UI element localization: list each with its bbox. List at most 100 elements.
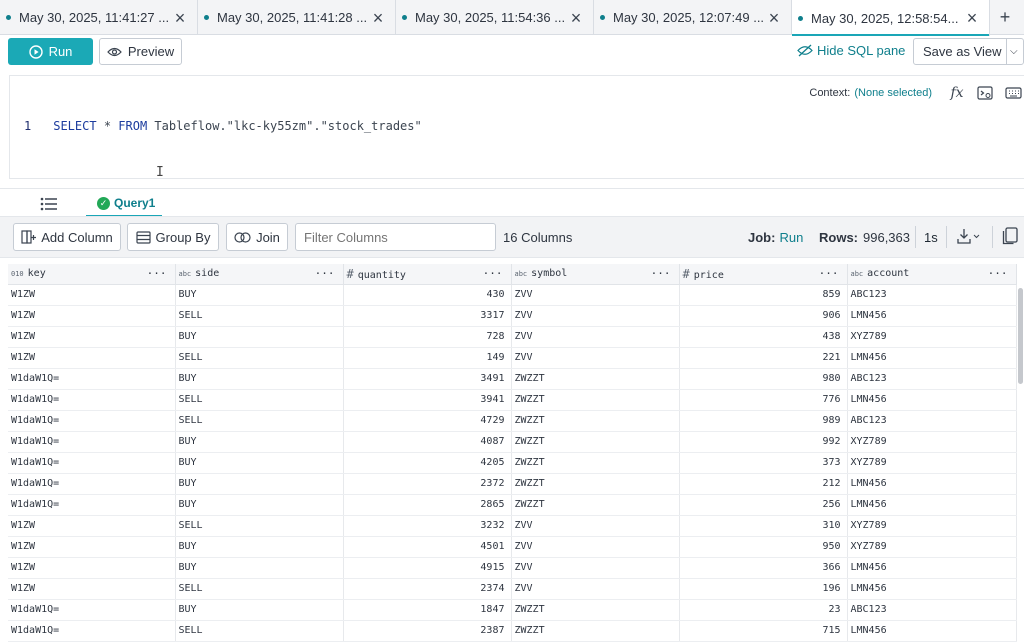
save-as-view-button[interactable]: Save as View ⌵ xyxy=(913,38,1024,65)
cell-side[interactable]: SELL xyxy=(175,347,344,369)
cell-key[interactable]: W1ZW xyxy=(8,557,176,579)
cell-side[interactable]: BUY xyxy=(175,557,344,579)
cell-side[interactable]: BUY xyxy=(175,473,344,495)
table-row[interactable]: W1ZW SELL 2374 ZVV 196 LMN456 xyxy=(8,578,1017,600)
cell-price[interactable]: 212 xyxy=(679,473,848,495)
table-row[interactable]: W1daW1Q= BUY 2372 ZWZZT 212 LMN456 xyxy=(8,473,1017,495)
filter-columns-input[interactable] xyxy=(295,223,496,251)
preview-button[interactable]: Preview xyxy=(99,38,182,65)
cell-symbol[interactable]: ZWZZT xyxy=(511,452,680,474)
cell-side[interactable]: BUY xyxy=(175,431,344,453)
cell-quantity[interactable]: 4729 xyxy=(343,410,512,432)
close-icon[interactable]: × xyxy=(567,9,585,27)
cell-account[interactable]: XYZ789 xyxy=(847,515,1017,537)
cell-quantity[interactable]: 149 xyxy=(343,347,512,369)
column-header-account[interactable]: abc account ··· xyxy=(847,264,1017,285)
cell-symbol[interactable]: ZWZZT xyxy=(511,494,680,516)
cell-account[interactable]: LMN456 xyxy=(847,389,1017,411)
keyboard-icon[interactable] xyxy=(1004,84,1022,102)
cell-symbol[interactable]: ZWZZT xyxy=(511,473,680,495)
cell-symbol[interactable]: ZVV xyxy=(511,284,680,306)
table-row[interactable]: W1ZW SELL 3232 ZVV 310 XYZ789 xyxy=(8,515,1017,537)
sql-editor[interactable]: Context: (None selected) fx 1 SELECT * FRO… xyxy=(9,75,1024,180)
close-icon[interactable]: × xyxy=(963,9,981,27)
duplicate-icon[interactable] xyxy=(1002,227,1018,248)
query-tab-2[interactable]: May 30, 2025, 11:41:28 ... × xyxy=(198,0,396,35)
cell-quantity[interactable]: 4501 xyxy=(343,536,512,558)
cell-symbol[interactable]: ZVV xyxy=(511,347,680,369)
cell-quantity[interactable]: 1847 xyxy=(343,599,512,621)
more-icon[interactable]: ··· xyxy=(819,267,839,280)
cell-price[interactable]: 196 xyxy=(679,578,848,600)
group-by-button[interactable]: Group By xyxy=(127,223,219,251)
run-button[interactable]: Run xyxy=(8,38,93,65)
table-row[interactable]: W1daW1Q= BUY 4087 ZWZZT 992 XYZ789 xyxy=(8,431,1017,453)
cell-key[interactable]: W1ZW xyxy=(8,347,176,369)
cell-side[interactable]: BUY xyxy=(175,494,344,516)
cell-quantity[interactable]: 2387 xyxy=(343,620,512,642)
query-tab-4[interactable]: May 30, 2025, 12:07:49 ... × xyxy=(594,0,792,35)
cell-symbol[interactable]: ZWZZT xyxy=(511,620,680,642)
cell-key[interactable]: W1daW1Q= xyxy=(8,599,176,621)
context-value[interactable]: (None selected) xyxy=(854,87,932,99)
cell-key[interactable]: W1ZW xyxy=(8,536,176,558)
more-icon[interactable]: ··· xyxy=(147,267,167,280)
cell-price[interactable]: 950 xyxy=(679,536,848,558)
cell-price[interactable]: 989 xyxy=(679,410,848,432)
cell-price[interactable]: 366 xyxy=(679,557,848,579)
cell-symbol[interactable]: ZVV xyxy=(511,536,680,558)
cell-side[interactable]: BUY xyxy=(175,536,344,558)
column-header-quantity[interactable]: # quantity ··· xyxy=(343,264,512,285)
new-tab-button[interactable]: + xyxy=(990,0,1020,35)
cell-account[interactable]: ABC123 xyxy=(847,599,1017,621)
cell-symbol[interactable]: ZWZZT xyxy=(511,389,680,411)
table-row[interactable]: W1daW1Q= BUY 2865 ZWZZT 256 LMN456 xyxy=(8,494,1017,516)
cell-key[interactable]: W1ZW xyxy=(8,326,176,348)
table-row[interactable]: W1ZW SELL 3317 ZVV 906 LMN456 xyxy=(8,305,1017,327)
more-icon[interactable]: ··· xyxy=(483,267,503,280)
function-icon[interactable]: fx xyxy=(948,84,966,102)
cell-key[interactable]: W1daW1Q= xyxy=(8,410,176,432)
cell-symbol[interactable]: ZWZZT xyxy=(511,431,680,453)
table-row[interactable]: W1ZW SELL 149 ZVV 221 LMN456 xyxy=(8,347,1017,369)
cell-price[interactable]: 373 xyxy=(679,452,848,474)
cell-side[interactable]: SELL xyxy=(175,305,344,327)
cell-side[interactable]: SELL xyxy=(175,578,344,600)
cell-price[interactable]: 221 xyxy=(679,347,848,369)
cell-symbol[interactable]: ZVV xyxy=(511,515,680,537)
cell-side[interactable]: SELL xyxy=(175,515,344,537)
cell-side[interactable]: SELL xyxy=(175,410,344,432)
more-icon[interactable]: ··· xyxy=(988,267,1008,280)
cell-account[interactable]: LMN456 xyxy=(847,578,1017,600)
cell-quantity[interactable]: 3317 xyxy=(343,305,512,327)
cell-price[interactable]: 776 xyxy=(679,389,848,411)
tab-query1[interactable]: ✓ Query1 xyxy=(86,189,162,217)
cell-key[interactable]: W1daW1Q= xyxy=(8,494,176,516)
cell-quantity[interactable]: 3491 xyxy=(343,368,512,390)
cell-quantity[interactable]: 728 xyxy=(343,326,512,348)
cell-side[interactable]: BUY xyxy=(175,599,344,621)
cell-quantity[interactable]: 2374 xyxy=(343,578,512,600)
cell-price[interactable]: 906 xyxy=(679,305,848,327)
cell-key[interactable]: W1ZW xyxy=(8,305,176,327)
close-icon[interactable]: × xyxy=(369,9,387,27)
table-row[interactable]: W1daW1Q= BUY 4205 ZWZZT 373 XYZ789 xyxy=(8,452,1017,474)
cell-account[interactable]: LMN456 xyxy=(847,305,1017,327)
query-tab-1[interactable]: May 30, 2025, 11:41:27 ... × xyxy=(0,0,198,35)
cell-price[interactable]: 980 xyxy=(679,368,848,390)
table-row[interactable]: W1ZW BUY 4501 ZVV 950 XYZ789 xyxy=(8,536,1017,558)
chevron-down-icon[interactable]: ⌵ xyxy=(1006,39,1018,64)
cell-account[interactable]: XYZ789 xyxy=(847,431,1017,453)
table-row[interactable]: W1daW1Q= BUY 1847 ZWZZT 23 ABC123 xyxy=(8,599,1017,621)
cell-symbol[interactable]: ZWZZT xyxy=(511,368,680,390)
cell-side[interactable]: SELL xyxy=(175,389,344,411)
cell-account[interactable]: ABC123 xyxy=(847,284,1017,306)
cell-side[interactable]: BUY xyxy=(175,452,344,474)
cell-key[interactable]: W1daW1Q= xyxy=(8,431,176,453)
table-row[interactable]: W1ZW BUY 430 ZVV 859 ABC123 xyxy=(8,284,1017,306)
cell-quantity[interactable]: 4915 xyxy=(343,557,512,579)
table-row[interactable]: W1ZW BUY 4915 ZVV 366 LMN456 xyxy=(8,557,1017,579)
add-column-button[interactable]: Add Column xyxy=(13,223,121,251)
cell-key[interactable]: W1ZW xyxy=(8,578,176,600)
cell-key[interactable]: W1ZW xyxy=(8,284,176,306)
